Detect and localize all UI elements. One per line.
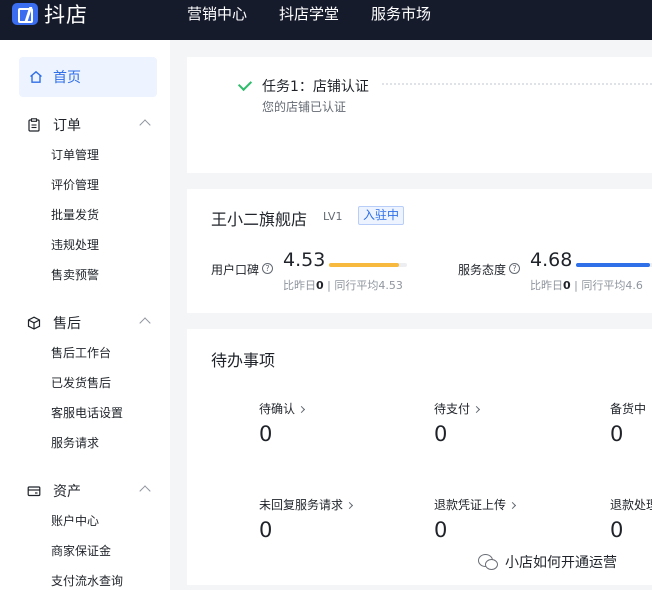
todo-count: 0 (434, 518, 448, 542)
shop-info-card: 王小二旗舰店 LV1 入驻中 用户口碑 ? 4.53 比昨日0 | 同行平均4.… (187, 189, 652, 313)
wechat-icon (478, 554, 498, 570)
sidebar-item-order-management[interactable]: 订单管理 (51, 146, 99, 163)
sidebar-item-shipped-after-sales[interactable]: 已发货售后 (51, 374, 111, 391)
sidebar-group-header-orders[interactable]: 订单 (27, 115, 151, 135)
todo-item-pending-confirm[interactable]: 待确认 0 (259, 398, 306, 446)
wallet-icon (27, 486, 41, 497)
todo-count: 0 (259, 518, 273, 542)
sidebar-item-label: 首页 (53, 70, 81, 86)
nav-marketing-center[interactable]: 营销中心 (187, 0, 247, 28)
metric-label: 用户口碑 (211, 263, 260, 277)
rating-bar (576, 263, 652, 267)
todo-label: 备货中 (610, 402, 647, 416)
metric-compare: 比昨日0 | 同行平均4.53 (283, 279, 403, 292)
chevron-up-icon[interactable] (139, 317, 151, 329)
todo-label: 待确认 (259, 402, 306, 416)
task-status-text: 您的店铺已认证 (262, 100, 347, 114)
todo-label: 退款凭证上传 (434, 498, 517, 512)
sidebar-item-bulk-shipping[interactable]: 批量发货 (51, 206, 99, 223)
sidebar-group-label: 订单 (53, 118, 81, 134)
rating-bar (329, 263, 407, 267)
clipboard-icon (28, 118, 40, 132)
shop-level: LV1 (323, 210, 343, 223)
todo-label: 退款处理 (610, 498, 652, 512)
todo-count: 0 (610, 422, 624, 446)
top-bar: 抖店 营销中心 抖店学堂 服务市场 (0, 0, 652, 40)
watermark-text: 小店如何开通运营 (505, 555, 617, 571)
onboarding-task-card: 任务1：店铺认证 您的店铺已认证 (187, 57, 652, 173)
task-title[interactable]: 任务1：店铺认证 (262, 76, 369, 96)
metric-value: 4.53 (283, 249, 326, 271)
todo-item-pending-payment[interactable]: 待支付 0 (434, 398, 481, 446)
top-nav: 营销中心 抖店学堂 服务市场 (187, 0, 463, 28)
sidebar-item-home[interactable]: 首页 (19, 57, 157, 97)
box-icon (27, 316, 41, 330)
metric-label: 服务态度 (458, 263, 507, 277)
todo-title: 待办事项 (211, 351, 276, 370)
todo-item-refund-processing[interactable]: 退款处理 0 (610, 494, 652, 542)
sidebar-group-label: 资产 (53, 484, 81, 500)
sidebar-item-service-phone-settings[interactable]: 客服电话设置 (51, 404, 123, 421)
todo-label: 未回复服务请求 (259, 498, 354, 512)
logo-icon (12, 3, 38, 25)
todo-item-unreplied-requests[interactable]: 未回复服务请求 0 (259, 494, 354, 542)
sidebar-item-service-requests[interactable]: 服务请求 (51, 434, 99, 451)
shop-name: 王小二旗舰店 (211, 210, 308, 229)
chevron-right-icon (345, 501, 354, 510)
nav-service-market[interactable]: 服务市场 (371, 0, 431, 28)
chevron-up-icon[interactable] (139, 119, 151, 131)
check-icon (237, 76, 253, 92)
sidebar-item-payment-records[interactable]: 支付流水查询 (51, 572, 123, 589)
rating-bar-fill (329, 263, 400, 267)
chevron-right-icon (508, 501, 517, 510)
sidebar-item-account-center[interactable]: 账户中心 (51, 512, 99, 529)
app-name: 抖店 (44, 3, 88, 27)
sidebar-item-review-management[interactable]: 评价管理 (51, 176, 99, 193)
nav-shop-academy[interactable]: 抖店学堂 (279, 0, 339, 28)
watermark: 小店如何开通运营 (478, 552, 617, 572)
help-icon[interactable]: ? (262, 263, 273, 274)
todo-item-refund-proof[interactable]: 退款凭证上传 0 (434, 494, 517, 542)
todo-count: 0 (259, 422, 273, 446)
sidebar-item-merchant-deposit[interactable]: 商家保证金 (51, 542, 111, 559)
chevron-right-icon (297, 405, 306, 414)
home-icon (30, 70, 42, 83)
sidebar-group-header-assets[interactable]: 资产 (27, 481, 151, 501)
metric-compare: 比昨日0 | 同行平均4.6 (530, 279, 643, 292)
todo-item-preparing[interactable]: 备货中 0 (610, 398, 647, 446)
app-logo[interactable]: 抖店 (12, 0, 88, 28)
chevron-right-icon (472, 405, 481, 414)
todo-card: 待办事项 待确认 0 待支付 0 备货中 0 未回复服务请求 0 退款凭证上传 … (187, 329, 652, 585)
status-badge: 入驻中 (358, 206, 405, 225)
todo-count: 0 (434, 422, 448, 446)
sidebar-item-sales-warning[interactable]: 售卖预警 (51, 266, 99, 283)
rating-bar-fill (576, 263, 651, 267)
progress-connector (382, 83, 652, 85)
sidebar-item-after-sales-workbench[interactable]: 售后工作台 (51, 344, 111, 361)
sidebar: 首页 订单 订单管理 评价管理 批量发货 违规处理 售卖预警 售后 售后工作台 … (0, 40, 170, 590)
todo-label: 待支付 (434, 402, 481, 416)
sidebar-group-header-after-sales[interactable]: 售后 (27, 313, 151, 333)
chevron-up-icon[interactable] (139, 485, 151, 497)
help-icon[interactable]: ? (509, 263, 520, 274)
sidebar-item-violation-handling[interactable]: 违规处理 (51, 236, 99, 253)
sidebar-group-label: 售后 (53, 316, 81, 332)
metric-value: 4.68 (530, 249, 573, 271)
todo-count: 0 (610, 518, 624, 542)
